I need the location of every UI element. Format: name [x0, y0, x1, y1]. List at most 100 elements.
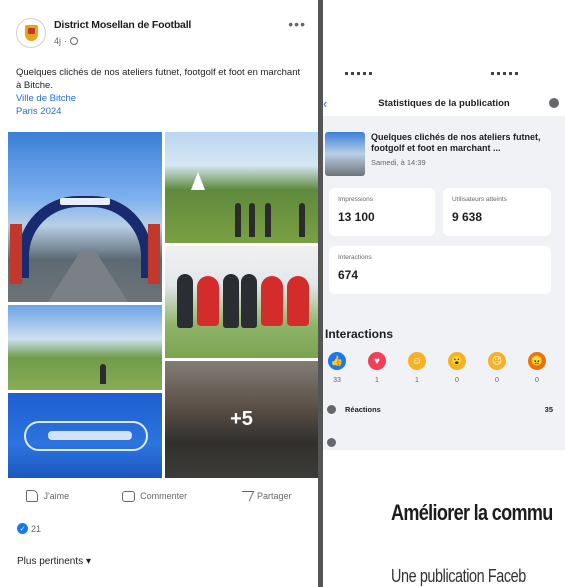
- mascot-shape: [197, 276, 219, 326]
- comment-icon: [122, 490, 136, 502]
- photo-grid: +5: [8, 132, 318, 478]
- interactions-value: 674: [338, 268, 359, 282]
- person-shape: [223, 274, 239, 328]
- tag-link-ville-de-bitche[interactable]: Ville de Bitche: [16, 92, 306, 105]
- users-reached-value: 9 638: [452, 210, 483, 224]
- tag-link-paris-2024[interactable]: Paris 2024: [16, 105, 306, 118]
- sad-reaction-icon: ☹: [488, 352, 506, 370]
- post-meta: 4j ·: [54, 36, 79, 46]
- article-subtitle: Une publication Faceb: [391, 566, 526, 586]
- photo-more[interactable]: +5: [165, 361, 318, 478]
- haha-reaction-count: 1: [415, 377, 419, 384]
- love-reaction-icon: ♥: [368, 352, 386, 370]
- thumbs-up-icon: [26, 490, 39, 502]
- interactions-heading: Interactions: [325, 327, 394, 341]
- photo-arch[interactable]: [8, 132, 162, 302]
- likes-summary[interactable]: ✓ 21: [17, 523, 41, 534]
- like-label: J'aime: [43, 491, 70, 501]
- publication-thumbnail: [325, 132, 365, 176]
- like-badge-icon: ✓: [17, 523, 28, 534]
- person-shape: [235, 203, 241, 237]
- post-time[interactable]: 4j: [54, 36, 61, 46]
- users-reached-card[interactable]: Utilisateurs atteints 9 638: [443, 188, 551, 236]
- interactions-label: Interactions: [338, 254, 372, 261]
- comments-sort-dropdown[interactable]: Plus pertinents ▾: [17, 556, 91, 567]
- sort-label: Plus pertinents: [17, 556, 84, 567]
- mascot-shape: [261, 276, 283, 326]
- next-stats-row: [327, 438, 559, 447]
- post-text: Quelques clichés de nos ateliers futnet,…: [16, 66, 306, 118]
- photo-field[interactable]: [165, 132, 318, 243]
- facebook-post: District Mosellan de Football 4j · ••• Q…: [0, 0, 318, 587]
- post-body: Quelques clichés de nos ateliers futnet,…: [16, 67, 301, 91]
- wow-reaction-count: 0: [455, 377, 459, 384]
- comment-label: Commenter: [140, 491, 188, 501]
- angry-reaction-icon: 😠: [528, 352, 546, 370]
- person-shape: [249, 203, 255, 237]
- person-shape: [241, 274, 257, 328]
- reactions-row[interactable]: Réactions 35: [327, 404, 559, 418]
- arch-leg-left: [10, 224, 22, 284]
- stats-header: ‹ Statistiques de la publication: [323, 92, 565, 116]
- like-reaction-count: 33: [333, 377, 341, 384]
- arch-shape: [18, 196, 152, 278]
- publication-text: Quelques clichés de nos ateliers futnet,…: [371, 132, 541, 153]
- arch-leg-right: [148, 224, 160, 284]
- publication-summary[interactable]: Quelques clichés de nos ateliers futnet,…: [323, 124, 565, 182]
- person-shape: [265, 203, 271, 237]
- club-logo-icon: [24, 25, 38, 41]
- more-options-icon[interactable]: •••: [288, 16, 306, 32]
- page-name[interactable]: District Mosellan de Football: [54, 19, 191, 31]
- status-indicator: [491, 72, 521, 75]
- reactions-row-count: 35: [544, 405, 553, 414]
- post-stats-panel: ‹ Statistiques de la publication Quelque…: [323, 0, 565, 450]
- cone-shape: [191, 172, 205, 190]
- like-reaction-icon: 👍: [328, 352, 346, 370]
- likes-count: 21: [31, 523, 42, 534]
- photo-banner[interactable]: [8, 393, 162, 478]
- comments-icon: [327, 438, 336, 447]
- help-icon[interactable]: [549, 98, 559, 108]
- person-shape: [299, 203, 305, 237]
- impressions-card[interactable]: Impressions 13 100: [329, 188, 435, 236]
- stats-top-area: [323, 0, 565, 92]
- arch-banner: [60, 198, 110, 205]
- angry-reaction[interactable]: 😠 0: [527, 352, 547, 384]
- person-shape: [177, 274, 193, 328]
- like-reaction[interactable]: 👍 33: [327, 352, 347, 384]
- post-header: District Mosellan de Football 4j · •••: [16, 16, 310, 56]
- publication-date: Samedi, à 14:39: [371, 158, 426, 167]
- person-shape: [287, 276, 309, 326]
- article-snippet: Améliorer la commu Une publication Faceb: [323, 450, 565, 587]
- share-button[interactable]: Partager: [237, 491, 292, 501]
- stats-title: Statistiques de la publication: [378, 98, 510, 109]
- wow-reaction-icon: 😮: [448, 352, 466, 370]
- status-indicator: [345, 72, 375, 75]
- reactions-icon: [327, 405, 336, 414]
- love-reaction[interactable]: ♥ 1: [367, 352, 387, 384]
- share-label: Partager: [257, 491, 292, 501]
- sad-reaction[interactable]: ☹ 0: [487, 352, 507, 384]
- person-shape: [100, 364, 106, 384]
- comment-button[interactable]: Commenter: [122, 490, 188, 502]
- interactions-card[interactable]: Interactions 674: [329, 246, 551, 294]
- haha-reaction[interactable]: ☺ 1: [407, 352, 427, 384]
- angry-reaction-count: 0: [535, 377, 539, 384]
- users-reached-label: Utilisateurs atteints: [452, 196, 507, 203]
- like-button[interactable]: J'aime: [26, 490, 69, 502]
- more-photos-overlay[interactable]: +5: [165, 361, 318, 478]
- page-avatar[interactable]: [16, 18, 46, 48]
- impressions-label: Impressions: [338, 196, 374, 203]
- post-actions: J'aime Commenter Partager: [0, 484, 318, 508]
- reactions-breakdown: 👍 33 ♥ 1 ☺ 1 😮 0 ☹ 0 😠 0: [323, 352, 565, 392]
- wow-reaction[interactable]: 😮 0: [447, 352, 467, 384]
- haha-reaction-icon: ☺: [408, 352, 426, 370]
- sad-reaction-count: 0: [495, 377, 499, 384]
- banner-text-shape: [48, 431, 132, 440]
- reactions-row-label: Réactions: [345, 405, 381, 414]
- share-icon: [237, 491, 255, 501]
- photo-group[interactable]: [165, 246, 318, 358]
- photo-lawn[interactable]: [8, 305, 162, 390]
- article-title: Améliorer la commu: [391, 500, 553, 525]
- love-reaction-count: 1: [375, 377, 379, 384]
